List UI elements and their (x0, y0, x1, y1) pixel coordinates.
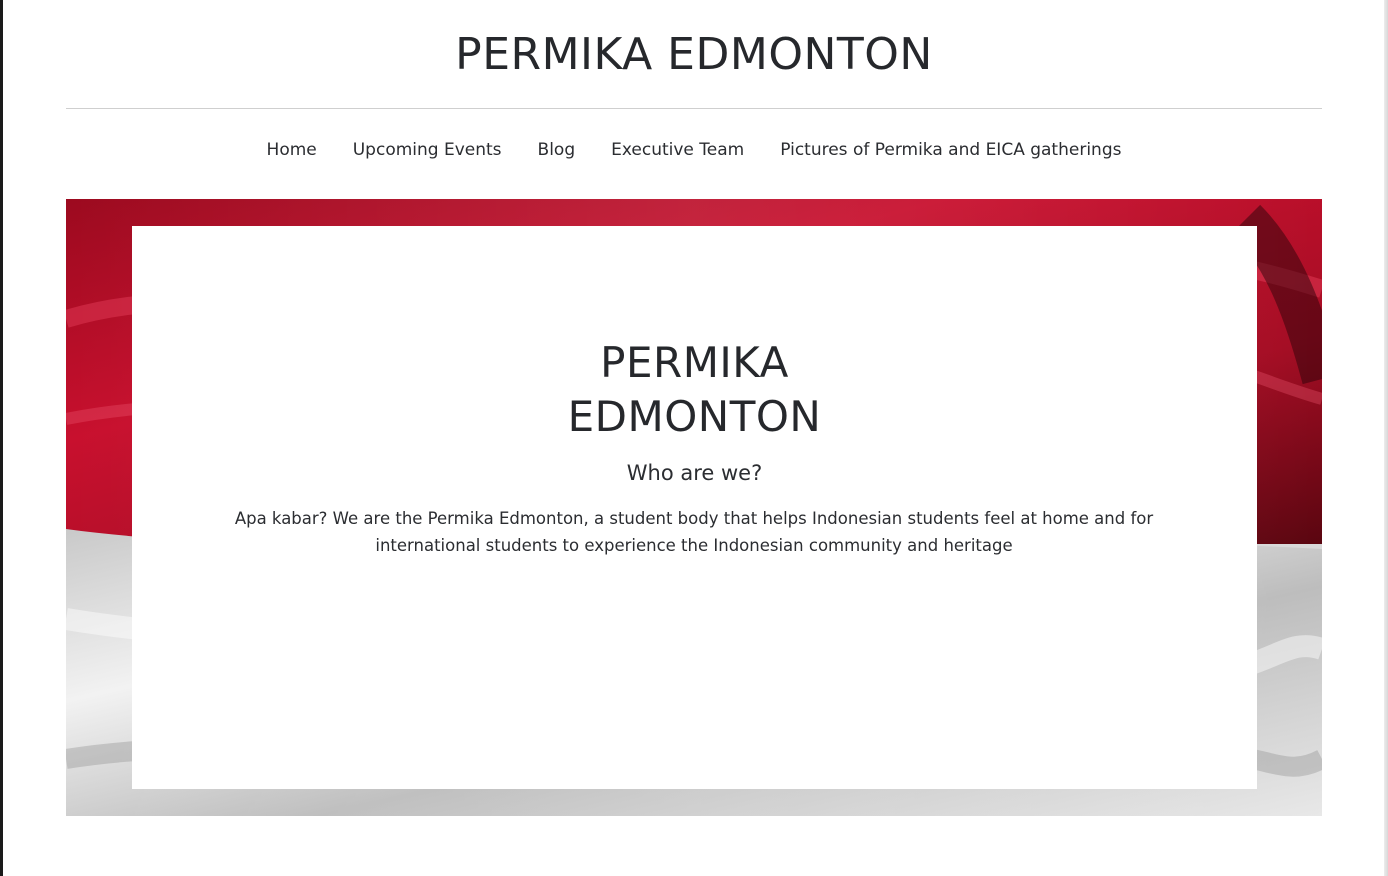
site-title[interactable]: PERMIKA EDMONTON (0, 26, 1388, 84)
hero-subtitle: Who are we? (626, 461, 763, 485)
header-divider (66, 108, 1322, 109)
hero-description: Apa kabar? We are the Permika Edmonton, … (234, 509, 1154, 555)
nav-item-blog[interactable]: Blog (538, 136, 576, 164)
hero-title-line2: EDMONTON (567, 392, 822, 441)
nav-item-home[interactable]: Home (267, 136, 317, 164)
hero-title-line1: PERMIKA (600, 338, 789, 387)
hero-title: PERMIKA EDMONTON (132, 336, 1257, 444)
nav-item-pictures[interactable]: Pictures of Permika and EICA gatherings (780, 136, 1121, 164)
intro-card: PERMIKA EDMONTON Who are we? Apa kabar? … (132, 226, 1257, 789)
nav-item-executive-team[interactable]: Executive Team (611, 136, 744, 164)
nav-item-upcoming-events[interactable]: Upcoming Events (353, 136, 502, 164)
page: PERMIKA EDMONTON Home Upcoming Events Bl… (0, 0, 1388, 876)
hero-banner: PERMIKA EDMONTON Who are we? Apa kabar? … (66, 199, 1322, 816)
window-left-edge (0, 0, 3, 876)
scrollbar[interactable] (1384, 0, 1388, 876)
main-nav: Home Upcoming Events Blog Executive Team… (0, 136, 1388, 164)
